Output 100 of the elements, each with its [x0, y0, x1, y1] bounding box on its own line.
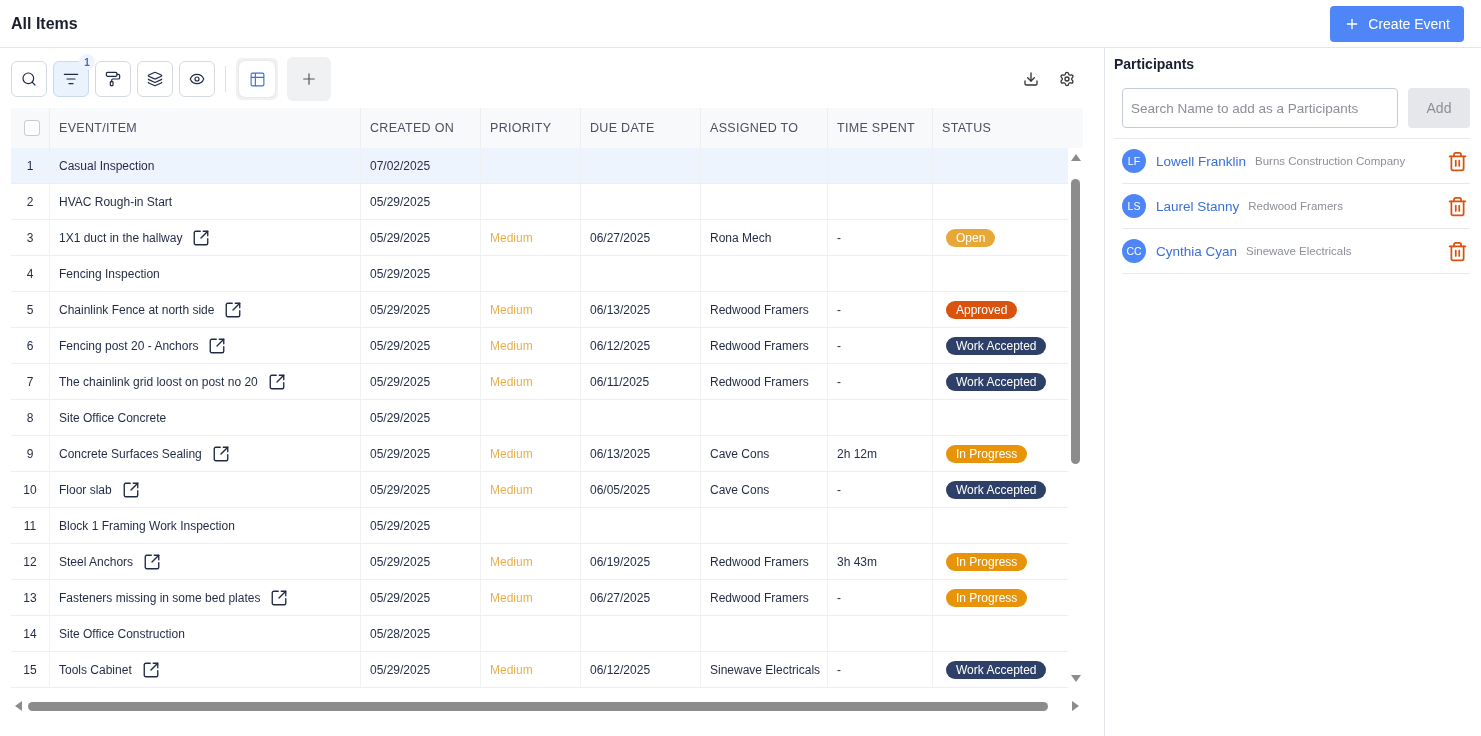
event-name: Chainlink Fence at north side — [59, 302, 215, 317]
assignee-name: Redwood Framers — [710, 302, 809, 317]
row-number: 12 — [23, 554, 37, 569]
row-number: 15 — [23, 662, 37, 677]
layers-button[interactable] — [137, 61, 173, 97]
table-row[interactable]: 15 Tools Cabinet 05/29/2025 Medium 06/12/2025 Sinewave Electricals - Work Accepted — [11, 652, 1068, 688]
row-number: 6 — [26, 338, 34, 353]
event-name: HVAC Rough-in Start — [59, 194, 173, 209]
event-name: Casual Inspection — [59, 158, 155, 173]
priority-label: Medium — [490, 662, 533, 677]
table-row[interactable]: 12 Steel Anchors 05/29/2025 Medium 06/19/2025 Redwood Framers 3h 43m In Progress — [11, 544, 1068, 580]
due-date: 06/11/2025 — [590, 374, 650, 389]
column-header[interactable]: TIME SPENT — [837, 121, 915, 135]
external-link-icon[interactable] — [211, 444, 230, 463]
event-name: The chainlink grid loost on post no 20 — [59, 374, 258, 389]
time-spent: - — [837, 662, 841, 677]
trash-icon — [1447, 150, 1468, 172]
external-link-icon[interactable] — [224, 300, 243, 319]
delete-button[interactable] — [1447, 195, 1468, 217]
plus-icon — [300, 70, 318, 88]
assignee-name: Redwood Framers — [710, 374, 809, 389]
column-header[interactable]: ASSIGNED TO — [710, 121, 799, 135]
created-date: 05/29/2025 — [370, 518, 431, 533]
table-row[interactable]: 9 Concrete Surfaces Sealing 05/29/2025 Medium 06/13/2025 Cave Cons 2h 12m In Progress — [11, 436, 1068, 472]
gear-icon — [1059, 71, 1075, 87]
table-row[interactable]: 5 Chainlink Fence at north side 05/29/2025 Medium 06/13/2025 Redwood Framers - Approved — [11, 292, 1068, 328]
event-name: Site Office Construction — [59, 626, 185, 641]
eye-button[interactable] — [179, 61, 215, 97]
row-number: 2 — [26, 194, 34, 209]
layers-icon — [147, 71, 163, 87]
external-link-icon[interactable] — [121, 480, 140, 499]
table-view-button[interactable] — [239, 61, 275, 97]
assignee-name: Redwood Framers — [710, 590, 809, 605]
created-date: 05/29/2025 — [370, 338, 431, 353]
assignee-name: Sinewave Electricals — [710, 662, 821, 677]
participant-company: Redwood Framers — [1248, 200, 1344, 212]
delete-button[interactable] — [1447, 240, 1468, 262]
external-link-icon[interactable] — [270, 588, 289, 607]
status-badge: Work Accepted — [946, 480, 1047, 499]
event-name: Concrete Surfaces Sealing — [59, 446, 202, 461]
eye-icon — [189, 71, 205, 87]
table-row[interactable]: 10 Floor slab 05/29/2025 Medium 06/05/2025 Cave Cons - Work Accepted — [11, 472, 1068, 508]
priority-label: Medium — [490, 374, 533, 389]
column-header[interactable]: EVENT/ITEM — [59, 121, 137, 135]
paint-roller-button[interactable] — [95, 61, 131, 97]
row-number: 13 — [23, 590, 37, 605]
column-header[interactable]: CREATED ON — [370, 121, 455, 135]
assignee-name: Cave Cons — [710, 482, 770, 497]
column-header[interactable]: STATUS — [942, 121, 992, 135]
select-all-checkbox[interactable] — [24, 120, 40, 136]
priority-label: Medium — [490, 338, 533, 353]
time-spent: - — [837, 590, 841, 605]
column-header[interactable]: PRIORITY — [490, 121, 552, 135]
assignee-name: Redwood Framers — [710, 554, 809, 569]
external-link-icon[interactable] — [141, 660, 160, 679]
due-date: 06/12/2025 — [590, 662, 651, 677]
table-row[interactable]: 13 Fasteners missing in some bed plates 05/29/2025 Medium 06/27/2025 Redwood Framers - In Progress — [11, 580, 1068, 616]
participant-search-field[interactable]: Search Name to add as a Participants — [1122, 88, 1398, 128]
external-link-icon[interactable] — [208, 336, 227, 355]
table-row[interactable]: 11 Block 1 Framing Work Inspection 05/29/2025 — [11, 508, 1068, 544]
time-spent: 3h 43m — [837, 554, 878, 569]
due-date: 06/05/2025 — [590, 482, 651, 497]
table-row[interactable]: 7 The chainlink grid loost on post no 20 05/29/2025 Medium 06/11/2025 Redwood Framers - Work Accepted — [11, 364, 1068, 400]
table-row[interactable]: 3 1X1 duct in the hallway 05/29/2025 Medium 06/27/2025 Rona Mech - Open — [11, 220, 1068, 256]
row-number: 4 — [26, 266, 34, 281]
participant-company: Sinewave Electricals — [1246, 245, 1353, 257]
created-date: 05/29/2025 — [370, 230, 431, 245]
event-name: Steel Anchors — [59, 554, 134, 569]
table-row[interactable]: 8 Site Office Concrete 05/29/2025 — [11, 400, 1068, 436]
external-link-icon[interactable] — [267, 372, 286, 391]
avatar-initials: CC — [1122, 239, 1146, 263]
table-row[interactable]: 1 Casual Inspection 07/02/2025 — [11, 148, 1068, 184]
time-spent: - — [837, 230, 841, 245]
participant-name[interactable]: Lowell Franklin — [1156, 153, 1247, 169]
table-row[interactable]: 6 Fencing post 20 - Anchors 05/29/2025 Medium 06/12/2025 Redwood Framers - Work Accepted — [11, 328, 1068, 364]
time-spent: - — [837, 482, 841, 497]
table-row[interactable]: 4 Fencing Inspection 05/29/2025 — [11, 256, 1068, 292]
download-icon — [1023, 71, 1039, 87]
search-button[interactable] — [11, 61, 47, 97]
search-icon — [21, 71, 37, 87]
external-link-icon[interactable] — [192, 228, 211, 247]
created-date: 05/28/2025 — [370, 626, 431, 641]
created-date: 05/29/2025 — [370, 302, 431, 317]
created-date: 05/29/2025 — [370, 194, 431, 209]
external-link-icon[interactable] — [143, 552, 162, 571]
table-row[interactable]: 2 HVAC Rough-in Start 05/29/2025 — [11, 184, 1068, 220]
table-row[interactable]: 14 Site Office Construction 05/28/2025 — [11, 616, 1068, 652]
assignee-name: Redwood Framers — [710, 338, 809, 353]
delete-button[interactable] — [1447, 150, 1468, 172]
created-date: 05/29/2025 — [370, 266, 431, 281]
status-badge: In Progress — [946, 444, 1028, 463]
row-number: 5 — [26, 302, 34, 317]
row-number: 9 — [26, 446, 34, 461]
priority-label: Medium — [490, 230, 533, 245]
due-date: 06/27/2025 — [590, 590, 651, 605]
column-header[interactable]: DUE DATE — [590, 121, 655, 135]
status-badge: Open — [946, 228, 996, 247]
assignee-name: Rona Mech — [710, 230, 772, 245]
participant-name[interactable]: Laurel Stanny — [1156, 198, 1240, 214]
participant-name[interactable]: Cynthia Cyan — [1156, 243, 1238, 259]
